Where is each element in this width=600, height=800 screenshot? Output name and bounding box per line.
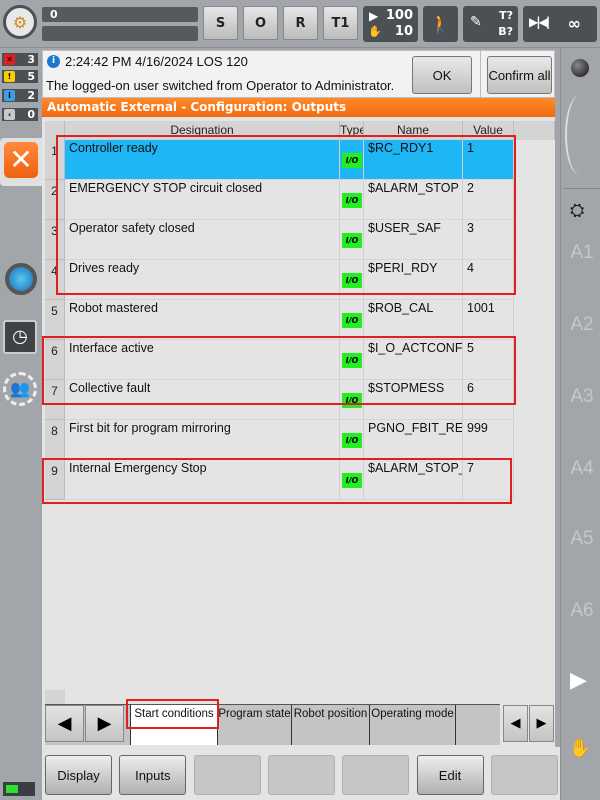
submit-interpreter-button[interactable]: S bbox=[203, 6, 238, 40]
page-title: Automatic External - Configuration: Outp… bbox=[42, 98, 555, 117]
confirm-all-button[interactable]: Confirm all bbox=[487, 56, 552, 94]
table-row[interactable]: 8 First bit for program mirroring I/O PGNO_… bbox=[45, 420, 514, 460]
header-filler bbox=[514, 121, 555, 140]
highlight-box bbox=[42, 458, 512, 504]
page-right-button[interactable]: ▶ bbox=[529, 705, 554, 742]
designation-cell: Robot mastered bbox=[65, 300, 340, 340]
error-icon: ✕ bbox=[4, 54, 15, 65]
play-icon: ▶ bbox=[369, 9, 379, 23]
ok-button[interactable]: OK bbox=[412, 56, 472, 94]
program-run-mode-button[interactable]: 🚶 bbox=[423, 6, 458, 42]
tool-base-button[interactable]: ✎ T? B? bbox=[463, 6, 518, 42]
divider bbox=[480, 50, 481, 98]
dialog-icon: ‹ bbox=[4, 109, 15, 120]
drives-button[interactable]: O bbox=[243, 6, 278, 40]
display-softkey[interactable]: Display bbox=[45, 755, 112, 795]
jog-increment-button[interactable]: ▶|◀| ∞ bbox=[523, 6, 597, 42]
highlight-box bbox=[42, 336, 516, 405]
robot-settings-icon[interactable] bbox=[5, 263, 37, 295]
tab-scroll-left-button[interactable]: ◀ bbox=[45, 705, 84, 742]
name-cell: PGNO_FBIT_REFL bbox=[364, 420, 463, 460]
start-icon[interactable]: ▶ bbox=[570, 668, 587, 693]
jog-hand-icon[interactable]: ✋ bbox=[569, 738, 591, 759]
space-mouse-icon[interactable] bbox=[565, 95, 595, 175]
battery-indicator bbox=[3, 782, 35, 796]
info-icon: i bbox=[4, 90, 15, 101]
highlight-box bbox=[56, 135, 516, 295]
info-count[interactable]: i2 bbox=[2, 89, 38, 102]
jog-robot-icon[interactable]: ⛭ bbox=[570, 200, 584, 221]
edit-softkey[interactable]: Edit bbox=[416, 755, 484, 795]
row-index: 5 bbox=[45, 300, 65, 340]
table-row[interactable]: 5 Robot mastered I/O $ROB_CAL 1001 bbox=[45, 300, 514, 340]
walking-person-icon: 🚶 bbox=[429, 13, 452, 35]
arrow-right-icon: ▶ bbox=[97, 713, 112, 734]
io-type-icon: I/O bbox=[342, 313, 362, 328]
tab-scroll-right-button[interactable]: ▶ bbox=[85, 705, 124, 742]
empty-softkey bbox=[267, 755, 335, 795]
highlight-box bbox=[126, 699, 219, 729]
tool-label: T? bbox=[499, 9, 513, 22]
arrow-left-icon: ◀ bbox=[57, 713, 72, 734]
axis-a3-key[interactable]: A3 bbox=[568, 386, 596, 408]
scroll-corner bbox=[45, 690, 65, 705]
message-timestamp: 2:24:42 PM 4/16/2024 LOS 120 bbox=[65, 54, 248, 69]
robot-logo-icon[interactable]: ⚙ bbox=[3, 5, 37, 39]
jog-override-value: 10 bbox=[394, 24, 413, 39]
axis-a2-key[interactable]: A2 bbox=[568, 314, 596, 336]
empty-softkey bbox=[490, 755, 558, 795]
program-name-bar bbox=[42, 26, 198, 41]
jog-hand-icon: ✋ bbox=[368, 25, 382, 38]
tab-program-state[interactable]: Program state bbox=[217, 705, 292, 745]
program-progress-bar: 0 bbox=[42, 7, 198, 22]
arrow-left-icon: ◀ bbox=[510, 716, 521, 731]
program-override-value: 100 bbox=[385, 8, 413, 23]
error-count[interactable]: ✕ 3 bbox=[2, 53, 38, 66]
info-icon: i bbox=[47, 55, 60, 68]
empty-softkey bbox=[193, 755, 261, 795]
axis-a5-key[interactable]: A5 bbox=[568, 528, 596, 550]
io-type-icon: I/O bbox=[342, 433, 362, 448]
divider bbox=[563, 188, 600, 189]
users-icon[interactable]: 👥 bbox=[3, 372, 37, 406]
base-label: B? bbox=[498, 25, 513, 38]
page-left-button[interactable]: ◀ bbox=[503, 705, 528, 742]
value-cell[interactable]: 999 bbox=[463, 420, 514, 460]
tab-robot-position[interactable]: Robot position bbox=[292, 705, 370, 745]
warning-icon: ! bbox=[4, 71, 15, 82]
axis-a6-key[interactable]: A6 bbox=[568, 600, 596, 622]
operating-mode-button[interactable]: T1 bbox=[323, 6, 358, 40]
inputs-softkey[interactable]: Inputs bbox=[119, 755, 187, 795]
robot-interpreter-button[interactable]: R bbox=[283, 6, 318, 40]
tool-icon: ✎ bbox=[470, 14, 482, 30]
message-text: The logged-on user switched from Operato… bbox=[46, 78, 395, 93]
increment-icon: ▶|◀| bbox=[529, 15, 550, 29]
increment-value: ∞ bbox=[567, 14, 581, 33]
globe-icon[interactable] bbox=[571, 59, 589, 77]
name-cell: $ROB_CAL bbox=[364, 300, 463, 340]
close-icon[interactable]: ✕ bbox=[4, 142, 38, 178]
value-cell[interactable]: 1001 bbox=[463, 300, 514, 340]
override-button[interactable]: ▶ ✋ 100 10 bbox=[363, 6, 418, 42]
warning-count[interactable]: ! 5 bbox=[2, 70, 38, 83]
tab-operating-mode[interactable]: Operating mode bbox=[370, 705, 456, 745]
dialog-count[interactable]: ‹ 0 bbox=[2, 108, 38, 121]
axis-a4-key[interactable]: A4 bbox=[568, 458, 596, 480]
row-index: 8 bbox=[45, 420, 65, 460]
axis-a1-key[interactable]: A1 bbox=[568, 242, 596, 264]
clock-icon[interactable]: ◷ bbox=[3, 320, 37, 354]
empty-softkey bbox=[342, 755, 410, 795]
arrow-right-icon: ▶ bbox=[536, 716, 547, 731]
designation-cell: First bit for program mirroring bbox=[65, 420, 340, 460]
